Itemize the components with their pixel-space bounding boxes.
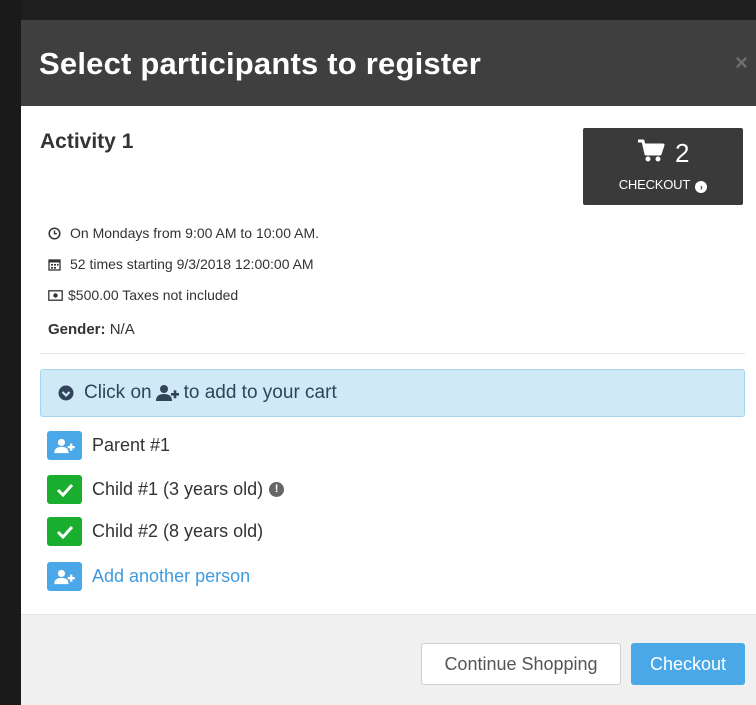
activity-title: Activity 1 <box>40 130 134 153</box>
page-background-left <box>0 0 22 705</box>
participant-row: Child #1 (3 years old) ! <box>47 475 285 504</box>
gender-info: Gender: N/A <box>48 321 135 338</box>
add-user-icon <box>155 384 180 402</box>
arrow-circle-right-icon: › <box>695 181 708 193</box>
schedule-info: On Mondays from 9:00 AM to 10:00 AM. <box>48 225 319 241</box>
participant-name: Parent #1 <box>92 435 171 455</box>
hint-suffix: to add to your cart <box>183 382 337 403</box>
schedule-text: On Mondays from 9:00 AM to 10:00 AM. <box>70 225 320 241</box>
close-icon[interactable]: × <box>735 50 748 76</box>
gender-value: N/A <box>109 321 135 338</box>
cart-checkout-label: CHECKOUT › <box>583 177 743 193</box>
add-another-person-button[interactable] <box>47 562 82 591</box>
calendar-icon <box>48 258 70 271</box>
hint-prefix: Click on <box>84 382 152 403</box>
add-participant-button[interactable] <box>47 431 82 460</box>
cart-checkout-text: CHECKOUT <box>618 177 690 192</box>
divider <box>40 353 745 354</box>
occurrences-text: 52 times starting 9/3/2018 12:00:00 AM <box>70 256 314 272</box>
clock-icon <box>48 226 70 240</box>
cart-summary: 2 <box>583 138 743 169</box>
modal-footer: Continue Shopping Checkout <box>21 614 756 705</box>
participant-name: Child #1 (3 years old) <box>92 479 264 499</box>
participant-added-toggle[interactable] <box>47 517 82 546</box>
gender-label: Gender: <box>48 321 106 338</box>
modal-title: Select participants to register <box>39 46 482 81</box>
checkout-button[interactable]: Checkout <box>631 643 745 685</box>
participant-added-toggle[interactable] <box>47 475 82 504</box>
add-to-cart-hint: Click on to add to your cart <box>40 369 745 417</box>
check-icon <box>56 525 73 539</box>
money-icon <box>48 289 68 301</box>
add-another-person-row: Add another person <box>47 562 250 591</box>
add-user-icon <box>53 569 75 584</box>
continue-shopping-button[interactable]: Continue Shopping <box>421 643 621 685</box>
occurrences-info: 52 times starting 9/3/2018 12:00:00 AM <box>48 256 314 272</box>
add-user-icon <box>53 438 75 453</box>
modal-header: Select participants to register × <box>21 20 756 106</box>
cart-count: 2 <box>674 138 690 168</box>
info-exclamation-icon[interactable]: ! <box>269 482 285 497</box>
add-another-person-link[interactable]: Add another person <box>92 566 250 587</box>
check-icon <box>56 483 73 497</box>
page-background-top <box>0 0 756 20</box>
arrow-circle-down-icon <box>58 385 74 401</box>
participant-name: Child #2 (8 years old) <box>92 521 264 541</box>
cart-checkout-button[interactable]: 2 CHECKOUT › <box>583 128 743 205</box>
shopping-cart-icon <box>637 139 665 168</box>
participant-row: Child #2 (8 years old) <box>47 517 263 546</box>
price-text: $500.00 Taxes not included <box>68 287 239 303</box>
participant-row: Parent #1 <box>47 431 170 460</box>
price-info: $500.00 Taxes not included <box>48 287 238 303</box>
register-modal: Select participants to register × Activi… <box>21 20 756 705</box>
